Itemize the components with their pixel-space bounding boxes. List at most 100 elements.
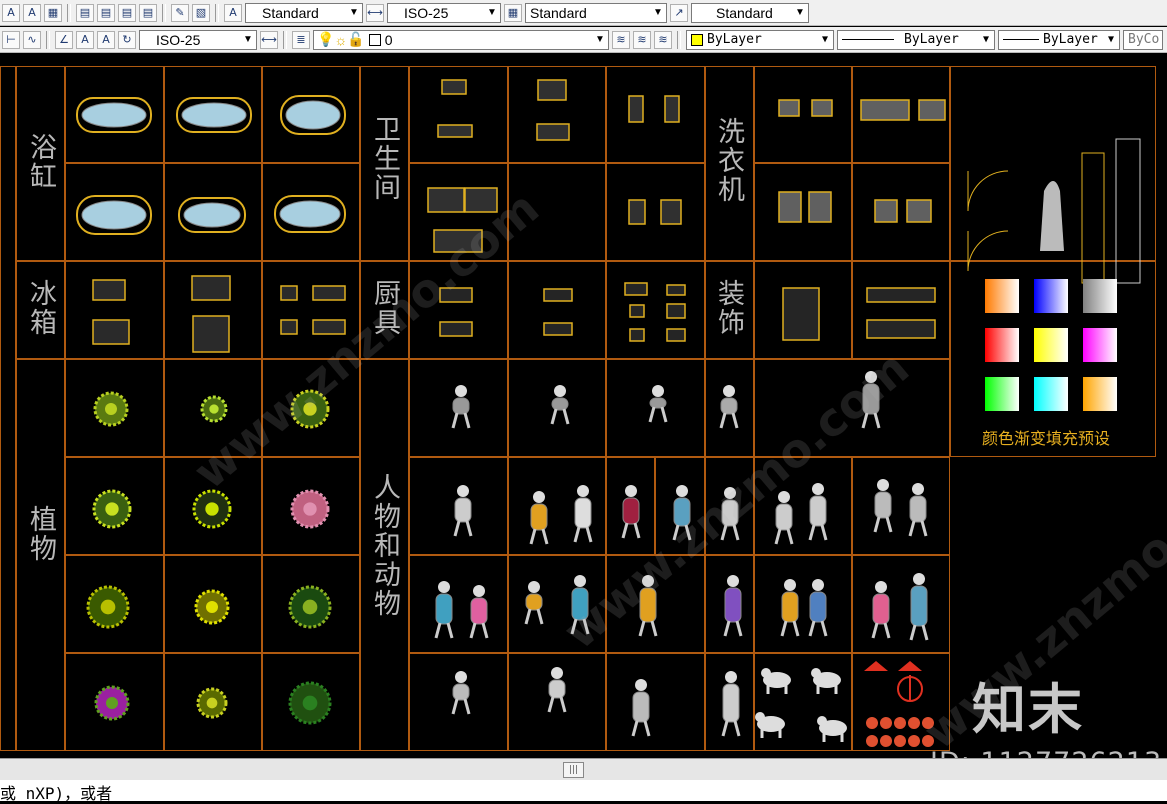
table-style-dropdown[interactable]: Standard ▼	[525, 2, 667, 23]
category-label-plants: 植物	[25, 505, 56, 563]
table-style-manager-icon[interactable]: ▦	[504, 3, 522, 22]
plant-icon	[92, 489, 132, 533]
dim-update-icon[interactable]: ↻	[118, 30, 136, 49]
sanitary-block	[441, 79, 467, 99]
gradient-swatch	[1083, 328, 1117, 362]
dim-style-dropdown-2[interactable]: ISO-25 ▼	[139, 29, 257, 50]
bathtub-block	[76, 195, 152, 239]
sanitary-block	[536, 123, 570, 145]
chevron-down-icon: ▼	[487, 7, 497, 18]
washer-block	[811, 99, 833, 121]
bathtub-block	[274, 195, 346, 237]
kitchen-block	[866, 287, 936, 307]
washer-block	[778, 191, 802, 227]
gradient-caption: 颜色渐变填充预设	[982, 429, 1111, 448]
plotstyle-dropdown[interactable]: ByCo	[1123, 29, 1163, 50]
linetype-dropdown[interactable]: ByLayer ▼	[837, 29, 995, 50]
field-icon[interactable]: ▦	[44, 3, 62, 22]
person-icon	[716, 573, 750, 641]
layer-previous-icon[interactable]: ≋	[633, 30, 651, 49]
fridge-block	[280, 319, 298, 339]
kitchen-block	[782, 287, 820, 345]
lineweight-dropdown[interactable]: ByLayer ▼	[998, 29, 1120, 50]
layer-manager-icon[interactable]: ≣	[292, 30, 310, 49]
sanitary-block	[537, 79, 567, 105]
text-style-dropdown[interactable]: Standard ▼	[245, 2, 363, 23]
person-icon	[432, 579, 456, 643]
kitchen-block	[624, 281, 648, 300]
person-icon	[872, 477, 894, 537]
dim-text-icon[interactable]: A	[76, 30, 94, 49]
person-icon	[716, 383, 742, 433]
grid-cell	[852, 163, 950, 261]
grid-cell	[606, 66, 705, 163]
layer-prev-icon[interactable]: ▤	[76, 3, 94, 22]
match-prop-icon[interactable]: ✎	[171, 3, 189, 22]
layer-isolate-icon[interactable]: ≋	[654, 30, 672, 49]
sanitary-block	[628, 95, 644, 127]
fridge-block	[191, 275, 231, 305]
person-icon	[540, 383, 580, 429]
light-bulb-icon: 💡	[317, 31, 335, 47]
person-icon	[468, 583, 490, 643]
kitchen-block	[543, 321, 573, 340]
scroll-thumb[interactable]: |||	[563, 762, 584, 778]
color-dropdown[interactable]: ByLayer ▼	[686, 29, 834, 50]
horizontal-scrollbar[interactable]: |||	[0, 758, 1167, 780]
person-icon	[524, 579, 544, 629]
bathtub-block	[76, 97, 152, 137]
gradient-swatch	[1034, 328, 1068, 362]
category-label-decor: 装饰	[713, 279, 744, 337]
plant-icon	[288, 681, 332, 729]
layer-state-icon[interactable]: ▤	[97, 3, 115, 22]
sanitary-block	[427, 187, 465, 217]
person-icon	[568, 483, 598, 547]
command-line[interactable]: 或 nXP)，或者	[0, 780, 1167, 803]
mleader-style-dropdown[interactable]: Standard ▼	[691, 2, 809, 23]
chevron-down-icon: ▼	[349, 7, 359, 18]
chevron-down-icon: ▼	[982, 34, 990, 45]
kitchen-block	[629, 327, 645, 346]
make-current-icon[interactable]: ≋	[612, 30, 630, 49]
person-icon	[448, 483, 478, 541]
mleader-style-manager-icon[interactable]: ↗	[670, 3, 688, 22]
mtext-icon[interactable]: A	[23, 3, 41, 22]
fridge-block	[312, 285, 346, 305]
toolbar-separator	[215, 3, 219, 22]
sanitary-block	[660, 199, 682, 229]
person-icon	[808, 577, 828, 641]
layer-walk-icon[interactable]: ▤	[139, 3, 157, 22]
dim-style-icon[interactable]: ⟷	[260, 30, 278, 49]
person-icon	[778, 577, 802, 641]
person-icon	[620, 483, 642, 543]
copy-layer-icon[interactable]: ▧	[192, 3, 210, 22]
category-label-bathtub: 浴缸	[25, 133, 56, 191]
grid-cell	[754, 555, 852, 653]
plant-icon	[290, 489, 330, 533]
category-label-people-animals: 人物和动物	[369, 473, 400, 618]
person-icon	[908, 481, 928, 541]
washer-block	[918, 99, 946, 125]
text-style-icon[interactable]: A	[2, 3, 20, 22]
text-style-manager-icon[interactable]: A	[224, 3, 242, 22]
dim-style-manager-icon[interactable]: ⟷	[366, 3, 384, 22]
dim-angular-icon[interactable]: ∠	[55, 30, 73, 49]
dim-arc-icon[interactable]: ∿	[23, 30, 41, 49]
layer-value: 0	[384, 31, 393, 48]
plant-icon	[86, 585, 130, 633]
grid-cell	[508, 261, 606, 359]
layer-iso-icon[interactable]: ▤	[118, 3, 136, 22]
layer-dropdown[interactable]: 💡 ☼ 🔓 0 ▼	[313, 29, 609, 50]
dim-edit-icon[interactable]: A	[97, 30, 115, 49]
drawing-canvas[interactable]: 浴缸 卫生间 洗衣机 冰箱 厨具 装饰 植物 人物和动物 颜色渐变填充预设 ww…	[0, 53, 1167, 758]
gradient-swatch	[1034, 279, 1068, 313]
dog-icon	[754, 709, 788, 743]
dim-linear-icon[interactable]: ⊢	[2, 30, 20, 49]
grid-cell	[852, 261, 950, 359]
grid-cell	[852, 555, 950, 653]
plant-icon	[196, 687, 228, 723]
toolbar-separator	[46, 30, 50, 49]
dim-style-dropdown[interactable]: ISO-25 ▼	[387, 2, 501, 23]
grid-cell	[606, 653, 705, 751]
toolbar-separator	[67, 3, 71, 22]
